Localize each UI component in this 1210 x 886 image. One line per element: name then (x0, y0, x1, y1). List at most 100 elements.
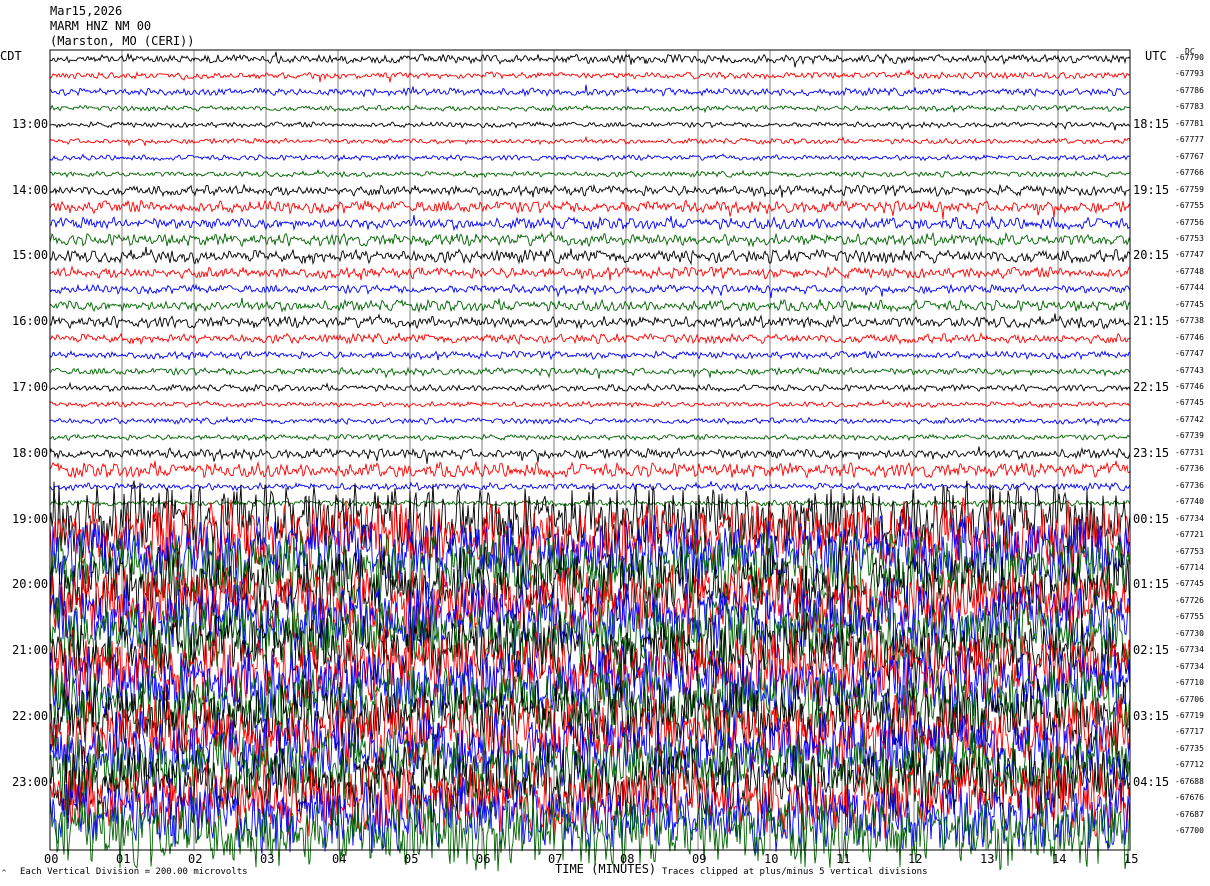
trace-14 (49, 283, 1131, 299)
dc-offset-label: -67747 (1175, 349, 1204, 359)
dc-offset-label: -67688 (1175, 776, 1204, 786)
dc-offset-label: -67790 (1175, 53, 1204, 62)
dc-offset-label: -67781 (1175, 118, 1204, 128)
dc-offset-label: -67753 (1175, 233, 1204, 243)
dc-offset-label: -67793 (1175, 69, 1204, 79)
trace-25 (49, 460, 1131, 479)
x-tick-label: 12 (908, 852, 923, 866)
left-hour-label: 21:00 (12, 643, 49, 658)
trace-26 (49, 481, 1131, 493)
trace-24 (49, 446, 1131, 465)
x-tick-label: 13 (980, 852, 995, 866)
right-hour-label: 01:15 (1133, 577, 1170, 592)
dc-offset-label: -67744 (1175, 283, 1204, 293)
dc-offset-label: -67731 (1175, 447, 1204, 457)
left-hour-label: 23:00 (12, 774, 49, 789)
left-hour-label: 14:00 (12, 182, 49, 197)
x-tick-label: 00 (44, 852, 59, 866)
dc-offset-label: -67719 (1175, 711, 1204, 720)
right-hour-label: 21:15 (1133, 314, 1170, 329)
right-hour-label: 22:15 (1133, 380, 1170, 394)
dc-offset-label: -67736 (1175, 480, 1204, 490)
trace-19 (49, 366, 1131, 379)
x-tick-label: 15 (1124, 852, 1139, 866)
right-hour-label: 23:15 (1133, 445, 1170, 460)
left-hour-label: 18:00 (12, 445, 49, 460)
trace-15 (49, 297, 1131, 314)
dc-offset-label: -67721 (1175, 530, 1204, 540)
left-hour-label: 17:00 (12, 380, 49, 394)
trace-28 (49, 480, 1131, 559)
x-axis-title: TIME (MINUTES) (555, 862, 657, 876)
corner-mark: ^ (2, 869, 7, 877)
dc-offset-label: -67753 (1175, 546, 1204, 556)
dc-offset-label: -67734 (1175, 513, 1204, 523)
x-tick-label: 06 (476, 852, 491, 866)
dc-offset-label: -67730 (1175, 628, 1204, 638)
trace-0 (49, 51, 1131, 68)
dc-offset-label: -67767 (1175, 151, 1204, 161)
scale-note: Each Vertical Division = 200.00 microvol… (20, 867, 248, 877)
x-tick-label: 14 (1052, 852, 1067, 866)
trace-4 (49, 121, 1131, 131)
trace-18 (49, 350, 1131, 361)
trace-2 (49, 84, 1131, 98)
x-tick-label: 10 (764, 852, 779, 866)
dc-offset-label: -67712 (1175, 760, 1204, 770)
right-hour-label: 00:15 (1133, 511, 1170, 526)
clip-note: Traces clipped at plus/minus 5 vertical … (662, 867, 928, 877)
dc-offset-label: -67734 (1175, 645, 1204, 655)
dc-offset-label: -67745 (1175, 579, 1204, 589)
trace-11 (49, 230, 1131, 248)
dc-offset-label: -67759 (1175, 184, 1204, 194)
trace-8 (49, 183, 1131, 198)
dc-offset-label: -67738 (1175, 316, 1204, 326)
dc-offset-label: -67755 (1175, 612, 1204, 622)
x-tick-label: 09 (692, 852, 707, 866)
dc-offset-label: -67687 (1175, 809, 1204, 819)
dc-offset-label: -67717 (1175, 727, 1204, 737)
left-hour-label: 15:00 (12, 248, 49, 263)
right-hour-label: 18:15 (1133, 116, 1170, 131)
dc-offset-label: -67734 (1175, 661, 1204, 671)
trace-16 (49, 313, 1131, 330)
dc-offset-label: -67739 (1175, 431, 1204, 441)
dc-offset-label: -67700 (1175, 826, 1204, 836)
trace-12 (49, 246, 1131, 266)
dc-offset-label: -67745 (1175, 398, 1204, 408)
x-tick-label: 11 (836, 852, 851, 866)
trace-9 (49, 199, 1131, 220)
dc-offset-label: -67755 (1175, 201, 1204, 211)
trace-5 (49, 135, 1131, 147)
trace-22 (49, 415, 1131, 427)
left-hour-label: 22:00 (12, 709, 49, 723)
dc-offset-label: -67747 (1175, 250, 1204, 260)
dc-offset-label: -67746 (1175, 382, 1204, 391)
dc-offset-label: -67676 (1175, 793, 1204, 803)
dc-offset-label: -67726 (1175, 595, 1204, 605)
dc-offset-label: -67710 (1175, 678, 1204, 688)
dc-offset-label: -67783 (1175, 102, 1204, 112)
dc-offset-label: -67736 (1175, 464, 1204, 474)
helicorder-plot (49, 49, 1131, 872)
x-tick-label: 04 (332, 852, 347, 866)
x-tick-label: 02 (188, 852, 203, 866)
x-tick-label: 01 (116, 852, 131, 866)
dc-offset-label: -67745 (1175, 299, 1204, 309)
x-tick-label: 03 (260, 852, 275, 866)
dc-offset-label: -67740 (1175, 497, 1204, 507)
right-hour-label: 03:15 (1133, 709, 1170, 723)
dc-offset-label: -67748 (1175, 266, 1204, 276)
x-tick-label: 05 (404, 852, 419, 866)
right-hour-label: 02:15 (1133, 643, 1170, 658)
left-hour-label: 20:00 (12, 577, 49, 592)
trace-10 (49, 215, 1131, 232)
trace-3 (49, 104, 1130, 114)
trace-21 (49, 398, 1130, 409)
dc-offset-label: -67706 (1175, 694, 1204, 704)
left-hour-label: 19:00 (12, 511, 49, 526)
right-hour-label: 04:15 (1133, 774, 1170, 789)
dc-offset-label: -67735 (1175, 743, 1204, 753)
trace-13 (49, 265, 1131, 281)
dc-offset-label: -67714 (1175, 562, 1204, 572)
